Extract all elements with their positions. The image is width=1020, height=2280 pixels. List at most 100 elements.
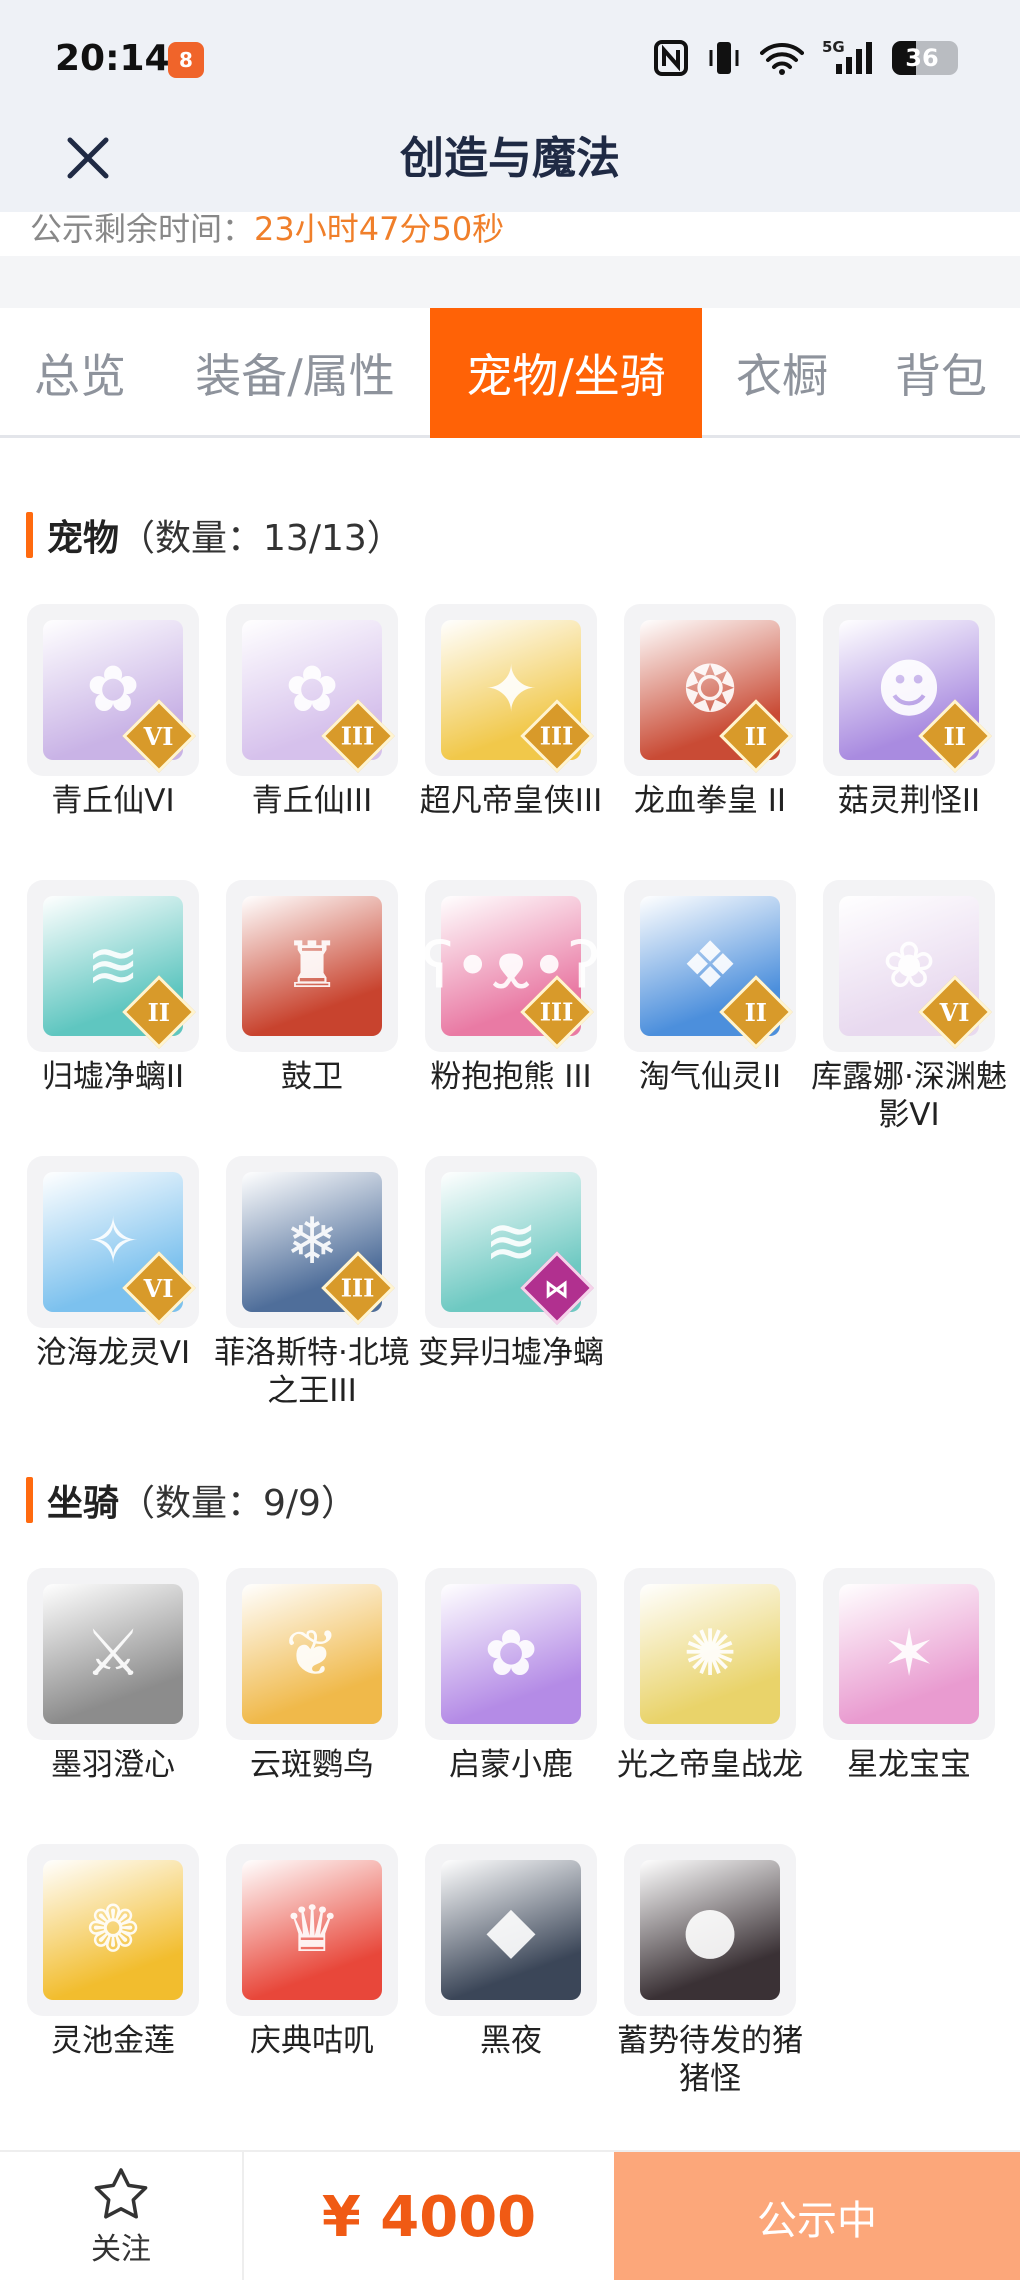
item-name: 庆典咕叽 (250, 2023, 374, 2059)
publicity-status-button[interactable]: 公示中 (614, 2152, 1020, 2280)
item-name: 鼓卫 (281, 1059, 343, 1095)
item-thumbnail[interactable]: ☻ II (823, 604, 995, 776)
grid-item[interactable]: ♜ 鼓卫 (226, 880, 398, 1096)
grid-item[interactable]: ❂ II 龙血拳皇 II (624, 604, 796, 820)
mounts-section-title: 坐骑 （数量：9/9） (26, 1475, 357, 1525)
grid-item[interactable]: ❀ VI 库露娜·深渊魅影VI (811, 880, 1007, 1134)
tier-badge-label: VI (144, 1273, 174, 1303)
grid-item[interactable]: ✦ III 超凡帝皇侠III (420, 604, 602, 820)
item-name: 沧海龙灵VI (35, 1335, 191, 1371)
grid-item[interactable]: ≋ II 归墟净螭II (27, 880, 199, 1096)
star-icon (94, 2168, 148, 2219)
grid-item[interactable]: ❁ 灵池金莲 (27, 1844, 199, 2060)
item-thumbnail[interactable]: ✿ (425, 1568, 597, 1740)
item-thumbnail[interactable]: ❀ VI (823, 880, 995, 1052)
tab-overview[interactable]: 总览 (0, 308, 160, 438)
item-thumbnail[interactable]: ♜ (226, 880, 398, 1052)
tab-wardrobe[interactable]: 衣橱 (702, 308, 862, 438)
item-thumbnail[interactable]: ✿ VI (27, 604, 199, 776)
item-art: ✿ (441, 1584, 581, 1724)
grid-item[interactable]: ♛ 庆典咕叽 (226, 1844, 398, 2060)
item-art: ❦ (242, 1584, 382, 1724)
grid-item[interactable]: ⚔ 墨羽澄心 (27, 1568, 199, 1784)
cellular-5g-icon: 5G (822, 38, 874, 78)
item-thumbnail[interactable]: ⚔ (27, 1568, 199, 1740)
follow-button[interactable]: 关注 (0, 2152, 244, 2280)
item-thumbnail[interactable]: ✿ III (226, 604, 398, 776)
grid-item[interactable]: ❦ 云斑鹦鸟 (226, 1568, 398, 1784)
item-thumbnail[interactable]: ❦ (226, 1568, 398, 1740)
grid-item[interactable]: ❄ III 菲洛斯特·北境之王III (214, 1156, 410, 1410)
item-thumbnail[interactable]: ❁ (27, 1844, 199, 2016)
tab-pets-mounts[interactable]: 宠物/坐骑 (430, 308, 702, 438)
bottom-bar: 关注 ¥ 4000 公示中 (0, 2150, 1020, 2280)
tier-badge-label: III (341, 721, 375, 751)
grid-item[interactable]: ≋ ⋈ 变异归墟净螭 (418, 1156, 604, 1372)
item-thumbnail[interactable]: ♛ (226, 1844, 398, 2016)
item-thumbnail[interactable]: ❖ II (624, 880, 796, 1052)
item-art: ● (640, 1860, 780, 2000)
item-art: ◆ (441, 1860, 581, 2000)
item-thumbnail[interactable]: ✺ (624, 1568, 796, 1740)
app-notification-icon: 8 (168, 42, 204, 78)
divider-band (0, 256, 1020, 308)
tier-badge-label: III (341, 1273, 375, 1303)
tier-badge-label: II (744, 997, 768, 1027)
item-name: 青丘仙VI (51, 783, 175, 819)
pets-count: （数量：13/13） (119, 518, 403, 559)
item-name: 菇灵荆怪II (837, 783, 981, 819)
item-art: ❁ (43, 1860, 183, 2000)
tier-badge-label: II (943, 721, 967, 751)
grid-item[interactable]: ◆ 黑夜 (425, 1844, 597, 2060)
item-art: ⚔ (43, 1584, 183, 1724)
mounts-count: （数量：9/9） (119, 1483, 357, 1524)
item-name: 淘气仙灵II (638, 1059, 782, 1095)
mounts-title: 坐骑 (47, 1483, 120, 1524)
notice-countdown: 23小时47分50秒 (254, 212, 505, 248)
grid-item[interactable]: ✿ III 青丘仙III (226, 604, 398, 820)
grid-item[interactable]: ✿ 启蒙小鹿 (425, 1568, 597, 1784)
item-thumbnail[interactable]: ❄ III (226, 1156, 398, 1328)
header: 创造与魔法 (0, 110, 1020, 225)
notice-row: 公示剩余时间：23小时47分50秒 (0, 212, 1020, 256)
item-name: 蓄势待发的猪猪怪 (617, 2023, 803, 2097)
tier-badge-label: III (540, 721, 574, 751)
pets-section-title: 宠物 （数量：13/13） (26, 510, 403, 560)
tab-backpack[interactable]: 背包 (862, 308, 1020, 438)
item-name: 龙血拳皇 II (633, 783, 787, 819)
grid-item[interactable]: ☻ II 菇灵荆怪II (823, 604, 995, 820)
item-name: 变异归墟净螭 (418, 1335, 604, 1371)
item-thumbnail[interactable]: ◆ (425, 1844, 597, 2016)
grid-item[interactable]: ✺ 光之帝皇战龙 (617, 1568, 803, 1784)
item-name: 青丘仙III (251, 783, 373, 819)
tab-equipment[interactable]: 装备/属性 (160, 308, 430, 438)
item-name: 启蒙小鹿 (449, 1747, 573, 1783)
item-name: 光之帝皇战龙 (617, 1747, 803, 1783)
item-thumbnail[interactable]: ≋ ⋈ (425, 1156, 597, 1328)
item-name: 库露娜·深渊魅影VI (811, 1059, 1007, 1133)
grid-item[interactable]: ● 蓄势待发的猪猪怪 (617, 1844, 803, 2098)
grid-item[interactable]: ✿ VI 青丘仙VI (27, 604, 199, 820)
price: ¥ 4000 (321, 2184, 537, 2250)
tier-badge-label: II (744, 721, 768, 751)
tier-badge-label: II (147, 997, 171, 1027)
item-thumbnail[interactable]: ❂ II (624, 604, 796, 776)
item-thumbnail[interactable]: ≋ II (27, 880, 199, 1052)
item-thumbnail[interactable]: ✶ (823, 1568, 995, 1740)
item-thumbnail[interactable]: ✧ VI (27, 1156, 199, 1328)
battery-icon: 36 (892, 38, 958, 78)
item-name: 黑夜 (480, 2023, 542, 2059)
item-art: ♜ (242, 896, 382, 1036)
section-marker (26, 1477, 33, 1523)
item-name: 菲洛斯特·北境之王III (214, 1335, 410, 1409)
grid-item[interactable]: ✧ VI 沧海龙灵VI (27, 1156, 199, 1372)
grid-item[interactable]: ✶ 星龙宝宝 (823, 1568, 995, 1784)
tier-badge-label: ⋈ (545, 1273, 569, 1303)
item-thumbnail[interactable]: ✦ III (425, 604, 597, 776)
item-thumbnail[interactable]: ʕ•ᴥ•ʔ III (425, 880, 597, 1052)
grid-item[interactable]: ❖ II 淘气仙灵II (624, 880, 796, 1096)
item-thumbnail[interactable]: ● (624, 1844, 796, 2016)
grid-item[interactable]: ʕ•ᴥ•ʔ III 粉抱抱熊 III (425, 880, 597, 1096)
section-marker (26, 512, 33, 558)
status-bar: 20:14 8 5G 36 (0, 0, 1020, 110)
